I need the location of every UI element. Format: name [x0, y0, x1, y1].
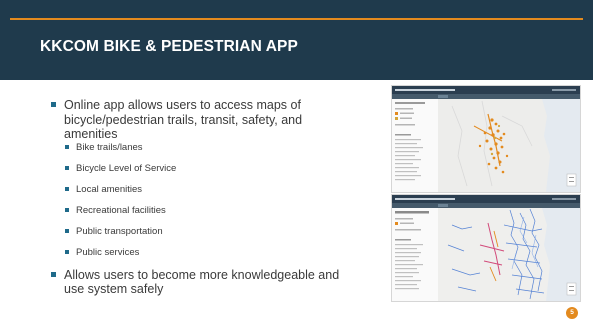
- bullet-text: Allows users to become more knowledgeabl…: [64, 267, 340, 297]
- slide: KKCOM BIKE & PEDESTRIAN APP Online app a…: [0, 0, 593, 332]
- bullet-square-icon: [51, 102, 56, 107]
- sub-bullet-text: Bicycle Level of Service: [76, 162, 177, 174]
- sub-bullet-text: Public transportation: [76, 225, 163, 237]
- bullet-square-icon: [65, 250, 69, 255]
- accent-rule: [10, 18, 583, 20]
- sub-bullet-item: Bicycle Level of Service: [65, 163, 351, 174]
- map-screenshot-bicycle-los: [391, 194, 581, 302]
- sub-bullet-text: Bike trails/lanes: [76, 141, 143, 153]
- bullet-list: Online app allows users to access maps o…: [51, 98, 351, 297]
- bullet-square-icon: [65, 229, 69, 234]
- map-thumbnail-image: [392, 86, 580, 192]
- bullet-text: Online app allows users to access maps o…: [64, 98, 303, 142]
- sub-bullet-item: Recreational facilities: [65, 205, 351, 216]
- bullet-item: Online app allows users to access maps o…: [51, 98, 351, 142]
- bullet-square-icon: [65, 187, 69, 192]
- sub-bullet-text: Recreational facilities: [76, 204, 166, 216]
- page-number-badge: 5: [566, 307, 578, 319]
- bullet-item: Allows users to become more knowledgeabl…: [51, 268, 351, 297]
- slide-title: KKCOM BIKE & PEDESTRIAN APP: [40, 38, 298, 55]
- sub-bullet-item: Local amenities: [65, 184, 351, 195]
- sub-bullet-item: Public services: [65, 247, 351, 258]
- sub-bullet-item: Bike trails/lanes: [65, 142, 351, 153]
- bullet-square-icon: [51, 271, 56, 277]
- sub-bullet-text: Local amenities: [76, 183, 143, 195]
- sub-bullet-text: Public services: [76, 246, 140, 258]
- map-screenshot-amenities: [391, 85, 581, 193]
- bullet-square-icon: [65, 208, 69, 213]
- bullet-square-icon: [65, 145, 69, 150]
- sub-bullet-item: Public transportation: [65, 226, 351, 237]
- bullet-square-icon: [65, 166, 69, 171]
- map-thumbnail-image: [392, 195, 580, 301]
